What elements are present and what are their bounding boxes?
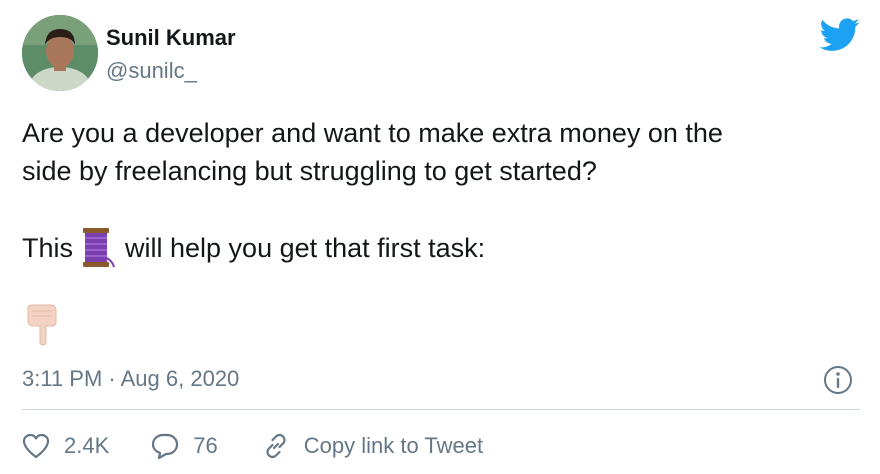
speech-bubble-icon [152,433,179,460]
info-icon[interactable] [822,364,854,396]
tweet-actions: 2.4K 76 Copy link to Tweet [22,428,483,464]
divider [22,409,860,410]
like-button[interactable]: 2.4K [22,433,109,459]
reply-button[interactable]: 76 [151,432,218,460]
tweet-text-segment: This [22,233,74,263]
twitter-bird-icon[interactable] [820,18,860,52]
author-name[interactable]: Sunil Kumar [106,25,236,51]
copy-link-button[interactable]: Copy link to Tweet [262,432,483,460]
tweet-text-segment: will help you get that first task: [125,233,486,263]
tweet-timestamp[interactable]: 3:11 PM · Aug 6, 2020 [22,366,239,392]
link-icon [266,433,286,459]
tweet-thread-line: This will help you get that first task: [22,228,485,268]
backhand-index-pointing-down-emoji-icon [27,304,57,346]
thread-spool-emoji-icon [83,228,115,268]
tweet-text: Are you a developer and want to make ext… [22,114,862,190]
tweet-line: side by freelancing but struggling to ge… [22,156,597,186]
tweet-line: Are you a developer and want to make ext… [22,118,723,148]
heart-icon [22,433,50,459]
avatar[interactable] [22,15,98,91]
reply-count: 76 [193,433,218,458]
profile-photo-icon [22,15,98,91]
tweet-card: Sunil Kumar @sunilc_ Are you a developer… [0,0,880,474]
like-count: 2.4K [64,433,110,458]
copy-link-label: Copy link to Tweet [303,433,484,458]
author-handle[interactable]: @sunilc_ [106,58,197,84]
